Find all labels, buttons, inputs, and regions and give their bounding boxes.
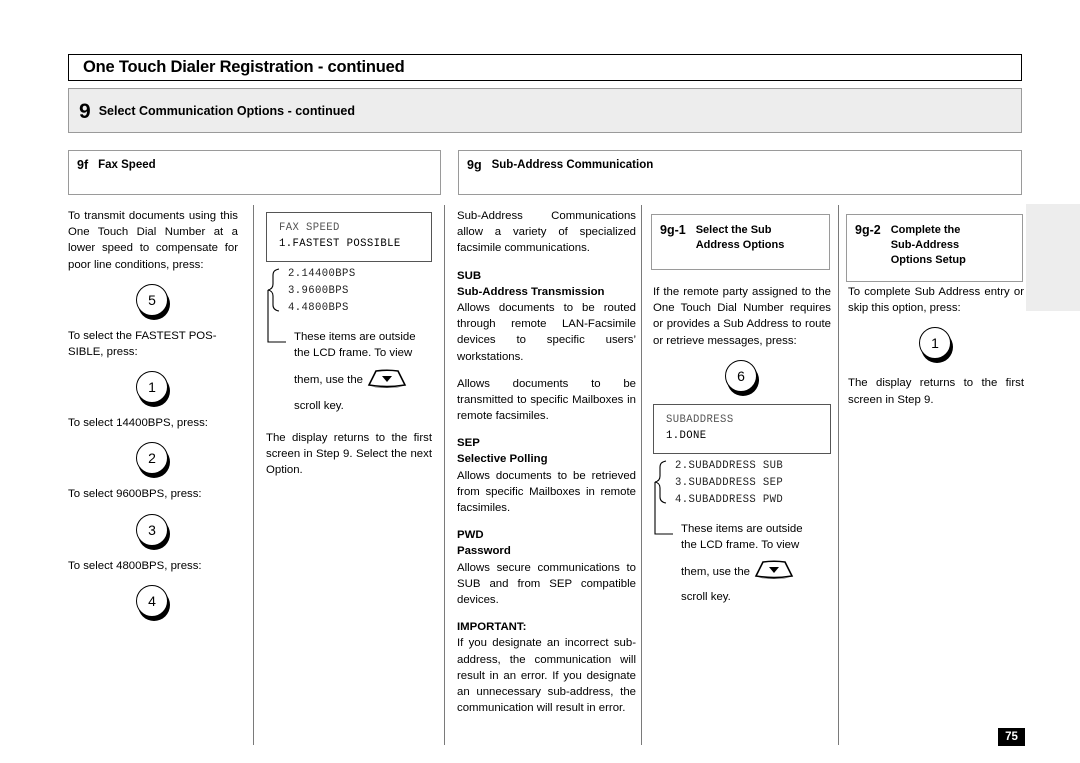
- select-14400-text: To select 14400BPS, press:: [68, 417, 208, 430]
- section-id-9g-1: 9g-1: [660, 223, 686, 237]
- scroll-note-subaddress: These items are outside the LCD frame. T…: [653, 521, 831, 606]
- select-9600-text: To select 9600BPS, press:: [68, 488, 202, 501]
- section-label-9g: Sub-Address Communication: [491, 159, 654, 171]
- outside-item: 4.4800BPS: [288, 302, 349, 315]
- column-select-subaddress-options: If the remote party assigned to the One …: [653, 284, 831, 606]
- column-divider-4: [838, 205, 839, 745]
- lcd-panel-subaddress: SUBADDRESS 1.DONE: [653, 403, 831, 454]
- sep-title: Selective Polling: [457, 453, 548, 466]
- column-fax-speed-steps: To transmit documents using this One Tou…: [68, 208, 238, 629]
- scroll-note-line-3-row: them, use the: [294, 367, 432, 394]
- sub-abbr: SUB: [457, 269, 482, 282]
- key-label: 6: [725, 359, 757, 392]
- column-subaddress-description: Sub-Address Communications allow a varie…: [457, 208, 636, 727]
- pwd-title: Password: [457, 545, 511, 558]
- edge-thumb-tab: [1026, 204, 1080, 311]
- scroll-note-line-2: the LCD frame. To view: [294, 347, 413, 360]
- column-divider-1: [253, 205, 254, 745]
- scroll-note-line-3: them, use the: [681, 565, 751, 578]
- outside-item: 3.SUBADDRESS SEP: [675, 476, 784, 489]
- keypad-button-6[interactable]: 6: [725, 359, 759, 396]
- fax-speed-closing: The display returns to the first screen …: [266, 431, 432, 477]
- section-header-9f: 9f Fax Speed: [68, 150, 441, 195]
- fastest-possible-text: To select the FASTEST POS-SIBLE, press:: [68, 329, 217, 358]
- sub-body-1: Allows documents to be routed through re…: [457, 301, 636, 363]
- scroll-note-line-3-row: them, use the: [681, 558, 831, 585]
- keypad-button-5[interactable]: 5: [136, 283, 170, 320]
- important-body: If you designate an incorrect sub-addres…: [457, 637, 636, 715]
- key-label: 4: [136, 584, 168, 617]
- step-header-band: 9 Select Communication Options - continu…: [68, 88, 1022, 133]
- outside-item-list: 2.SUBADDRESS SUB 3.SUBADDRESS SEP 4.SUBA…: [675, 458, 831, 509]
- subaddress-select-intro: If the remote party assigned to the One …: [653, 286, 831, 347]
- scroll-note-fax: These items are outside the LCD frame. T…: [266, 329, 432, 414]
- pwd-abbr: PWD: [457, 529, 484, 542]
- keypad-button-3[interactable]: 3: [136, 513, 170, 550]
- key-label: 5: [136, 283, 168, 316]
- scroll-note-line-2: the LCD frame. To view: [681, 539, 800, 552]
- brace-connector-icon: [654, 460, 673, 535]
- lcd-line-2: 1.FASTEST POSSIBLE: [279, 238, 401, 251]
- column-fax-speed-display: FAX SPEED 1.FASTEST POSSIBLE 2.14400BPS …: [266, 212, 432, 489]
- section-id-9g-2: 9g-2: [855, 223, 881, 237]
- outside-item: 3.9600BPS: [288, 284, 349, 297]
- scroll-note-line-4: scroll key.: [681, 591, 731, 604]
- section-id-9f: 9f: [77, 158, 89, 172]
- keypad-button-1-complete[interactable]: 1: [919, 327, 953, 364]
- lcd-line-1: SUBADDRESS: [666, 413, 734, 426]
- outside-lcd-items-subaddress: 2.SUBADDRESS SUB 3.SUBADDRESS SEP 4.SUBA…: [653, 458, 831, 535]
- sep-abbr: SEP: [457, 437, 480, 450]
- step-label: Select Communication Options - continued: [98, 103, 355, 118]
- manual-page: One Touch Dialer Registration - continue…: [0, 0, 1080, 763]
- section-header-9g-1: 9g-1 Select the Sub Address Options: [651, 214, 830, 270]
- sub-title: Sub-Address Transmission: [457, 285, 605, 298]
- column-complete-subaddress-setup: To complete Sub Address entry or skip th…: [848, 284, 1024, 419]
- complete-closing: The display returns to the first screen …: [848, 377, 1024, 406]
- page-number-badge: 75: [998, 728, 1025, 746]
- subaddress-intro: Sub-Address Communications allow a varie…: [457, 210, 636, 255]
- key-label: 1: [136, 371, 168, 404]
- sub-body-2: Allows documents to be transmitted to sp…: [457, 377, 636, 423]
- key-label: 3: [136, 513, 168, 546]
- step-number: 9: [79, 100, 91, 123]
- lcd-line-1: FAX SPEED: [279, 222, 340, 234]
- scroll-note-line-1: These items are outside: [681, 523, 803, 536]
- scroll-note-line-3: them, use the: [294, 374, 364, 387]
- page-title: One Touch Dialer Registration - continue…: [83, 58, 405, 76]
- fax-speed-intro: To transmit documents using this One Tou…: [68, 210, 238, 271]
- lcd-line-2: 1.DONE: [666, 430, 707, 443]
- section-header-9g: 9g Sub-Address Communication: [458, 150, 1022, 195]
- outside-item: 2.14400BPS: [288, 267, 356, 280]
- select-4800-text: To select 4800BPS, press:: [68, 559, 202, 572]
- section-label-9f: Fax Speed: [98, 159, 156, 171]
- keypad-button-4[interactable]: 4: [136, 584, 170, 621]
- outside-lcd-items-fax: 2.14400BPS 3.9600BPS 4.4800BPS: [266, 266, 432, 343]
- page-title-bar: One Touch Dialer Registration - continue…: [68, 54, 1022, 81]
- lcd-panel-fax-speed: FAX SPEED 1.FASTEST POSSIBLE: [266, 212, 432, 262]
- column-divider-2: [444, 205, 445, 745]
- scroll-down-key-icon[interactable]: [752, 558, 796, 585]
- outside-item-list: 2.14400BPS 3.9600BPS 4.4800BPS: [288, 266, 432, 317]
- scroll-note-line-4: scroll key.: [294, 399, 344, 412]
- keypad-button-1[interactable]: 1: [136, 371, 170, 408]
- column-divider-3: [641, 205, 642, 745]
- outside-item: 2.SUBADDRESS SUB: [675, 459, 784, 472]
- section-label-9g-1: Select the Sub Address Options: [695, 224, 785, 251]
- keypad-button-2[interactable]: 2: [136, 442, 170, 479]
- section-label-9g-2: Complete the Sub-Address Options Setup: [890, 224, 966, 266]
- section-id-9g: 9g: [467, 158, 482, 172]
- brace-connector-icon: [267, 268, 286, 343]
- outside-item: 4.SUBADDRESS PWD: [675, 493, 784, 506]
- scroll-down-key-icon[interactable]: [365, 367, 409, 394]
- section-header-9g-2: 9g-2 Complete the Sub-Address Options Se…: [846, 214, 1023, 282]
- sep-body: Allows documents to be retrieved from sp…: [457, 469, 636, 514]
- scroll-note-line-1: These items are outside: [294, 331, 416, 344]
- complete-intro: To complete Sub Address entry or skip th…: [848, 286, 1024, 315]
- important-title: IMPORTANT:: [457, 621, 527, 634]
- pwd-body: Allows secure communications to SUB and …: [457, 561, 636, 606]
